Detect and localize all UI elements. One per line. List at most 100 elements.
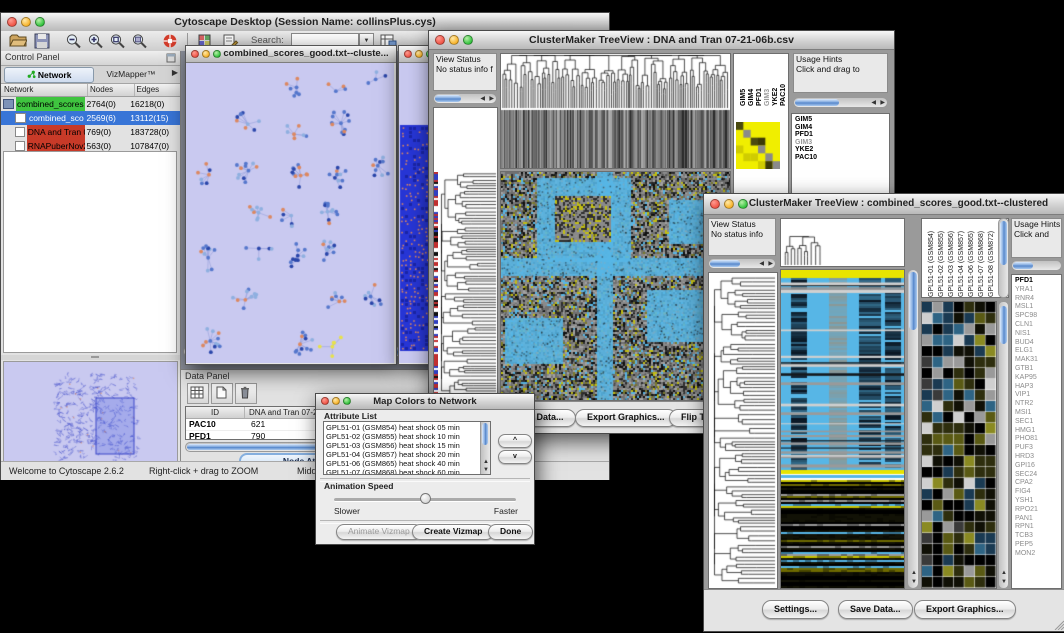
gene-label[interactable]: GIM4 (795, 124, 889, 132)
create-vizmap-button[interactable]: Create Vizmap (412, 524, 494, 540)
scroll-down-icon[interactable]: ▼ (1001, 579, 1007, 585)
zoom-out-icon[interactable] (65, 33, 83, 49)
gene-label[interactable]: YKE2 (795, 146, 889, 154)
gene-label[interactable]: SEC1 (1015, 418, 1061, 427)
window-controls[interactable] (435, 35, 473, 45)
scroll-left-icon[interactable]: ◀ (759, 261, 764, 267)
attribute-list-item[interactable]: GPL51-06 (GSM865) heat shock 40 min (326, 459, 490, 468)
close-icon[interactable] (321, 397, 329, 405)
gene-label[interactable]: HMG1 (1015, 427, 1061, 436)
attribute-list-item[interactable]: GPL51-03 (GSM856) heat shock 15 min (326, 441, 490, 450)
close-icon[interactable] (404, 50, 412, 58)
gene-label[interactable]: TCB3 (1015, 532, 1061, 541)
slider-thumb[interactable] (420, 493, 431, 504)
attribute-list-item[interactable]: GPL51-04 (GSM857) heat shock 20 min (326, 450, 490, 459)
gene-label[interactable]: SEC24 (1015, 471, 1061, 480)
scroll-down-icon[interactable]: ▼ (483, 467, 489, 473)
gene-label[interactable]: MAK31 (1015, 356, 1061, 365)
move-up-button[interactable]: ^ (498, 434, 532, 448)
zoom-window-icon[interactable] (343, 397, 351, 405)
datapanel-trash-icon-button[interactable] (235, 383, 257, 404)
tv2-zoom-vscrollbar[interactable]: ▲ ▼ (998, 301, 1009, 589)
gene-label[interactable]: GPI16 (1015, 462, 1061, 471)
window-controls[interactable] (321, 397, 351, 405)
network-view-canvas[interactable] (186, 63, 394, 363)
tv1-row-dendrogram-canvas[interactable] (434, 108, 497, 400)
network-overview-canvas[interactable] (4, 362, 177, 466)
gene-label[interactable]: NIS1 (1015, 330, 1061, 339)
scroll-down-icon[interactable]: ▼ (911, 579, 917, 585)
panel-divider[interactable] (1, 355, 180, 360)
save-data-button[interactable]: Save Data... (838, 600, 913, 619)
zoom-window-icon[interactable] (35, 17, 45, 27)
datapanel-table-icon-button[interactable] (187, 383, 209, 404)
help-lifesaver-icon[interactable] (161, 33, 179, 49)
gene-label[interactable]: YSH1 (1015, 497, 1061, 506)
tv2-labels-vscrollbar[interactable] (998, 218, 1009, 298)
tv1-hints-hscrollbar[interactable]: ◀▶ (793, 97, 888, 108)
scroll-right-icon[interactable]: ▶ (880, 100, 885, 106)
export-graphics-button[interactable]: Export Graphics... (914, 600, 1016, 619)
gene-label[interactable]: HAP3 (1015, 383, 1061, 392)
treeview2-titlebar[interactable]: ClusterMaker TreeView : combined_scores_… (704, 194, 1064, 215)
scroll-up-icon[interactable]: ▲ (1001, 570, 1007, 576)
save-icon[interactable] (33, 33, 51, 49)
attribute-list-item[interactable]: GPL51-07 (GSM868) heat shock 60 min (326, 468, 490, 475)
attribute-list-item[interactable]: GPL51-01 (GSM854) heat shock 05 min (326, 423, 490, 432)
gene-label[interactable]: VIP1 (1015, 391, 1061, 400)
treeview1-titlebar[interactable]: ClusterMaker TreeView : DNA and Tran 07-… (429, 31, 894, 50)
export-graphics-button[interactable]: Export Graphics... (575, 409, 677, 427)
tab-overflow-button[interactable]: ▶ (172, 68, 178, 77)
gene-label[interactable]: PEP5 (1015, 541, 1061, 550)
gene-label[interactable]: PAC10 (795, 154, 889, 162)
tv1-status-hscrollbar[interactable]: ◀▶ (433, 93, 497, 104)
tv2-col-dendrogram-canvas[interactable] (781, 219, 904, 266)
gene-label[interactable]: GIM5 (795, 116, 889, 124)
scroll-left-icon[interactable]: ◀ (480, 96, 485, 102)
close-icon[interactable] (191, 50, 199, 58)
gene-label[interactable]: GIM3 (795, 139, 889, 147)
window-controls[interactable] (7, 17, 45, 27)
tv2-hints-hscrollbar[interactable] (1011, 260, 1062, 271)
gene-label[interactable]: PAN1 (1015, 515, 1061, 524)
scroll-left-icon[interactable]: ◀ (871, 100, 876, 106)
gene-label[interactable]: RPO21 (1015, 506, 1061, 515)
dialog-titlebar[interactable]: Map Colors to Network (316, 394, 534, 410)
tv1-zoom-heatmap-canvas[interactable] (736, 122, 780, 169)
scroll-up-icon[interactable]: ▲ (483, 459, 489, 465)
minimize-icon[interactable] (449, 35, 459, 45)
close-icon[interactable] (7, 17, 17, 27)
resize-grip-icon[interactable] (1052, 618, 1064, 630)
scroll-right-icon[interactable]: ▶ (768, 261, 773, 267)
zoom-window-icon[interactable] (213, 50, 221, 58)
tv2-zoom-heatmap-canvas[interactable] (922, 302, 996, 588)
gene-label[interactable]: RNR4 (1015, 295, 1061, 304)
zoom-selected-icon[interactable] (109, 33, 127, 49)
close-icon[interactable] (710, 199, 720, 209)
gene-label[interactable]: MON2 (1015, 550, 1061, 559)
attrlist-vscrollbar[interactable]: ▲ ▼ (480, 422, 490, 474)
minimize-icon[interactable] (415, 50, 423, 58)
tv2-status-hscrollbar[interactable]: ◀▶ (708, 258, 776, 269)
gene-label[interactable]: PHO81 (1015, 435, 1061, 444)
tab-network[interactable]: Network (4, 67, 94, 83)
open-file-icon[interactable] (9, 33, 27, 49)
minimize-icon[interactable] (202, 50, 210, 58)
gene-label[interactable]: ELG1 (1015, 347, 1061, 356)
window-controls[interactable] (191, 50, 221, 58)
tv2-heatmap-canvas[interactable] (781, 270, 904, 588)
zoom-in-icon[interactable] (87, 33, 105, 49)
tv2-row-dendrogram-canvas[interactable] (709, 273, 777, 588)
minimize-icon[interactable] (724, 199, 734, 209)
tv1-col-dendrogram-canvas[interactable] (501, 54, 730, 168)
gene-label[interactable]: KAP95 (1015, 374, 1061, 383)
gene-label[interactable]: CPA2 (1015, 479, 1061, 488)
gene-label[interactable]: BUD4 (1015, 339, 1061, 348)
gene-label[interactable]: GTB1 (1015, 365, 1061, 374)
settings-button[interactable]: Settings... (762, 600, 829, 619)
tab-vizmapper[interactable]: VizMapper™ (96, 67, 166, 81)
float-panel-icon[interactable] (166, 53, 176, 63)
gene-label[interactable]: MSL1 (1015, 303, 1061, 312)
network-list-row[interactable]: combined_scores2764(0)16218(0) (1, 97, 180, 111)
gene-label[interactable]: MSI1 (1015, 409, 1061, 418)
